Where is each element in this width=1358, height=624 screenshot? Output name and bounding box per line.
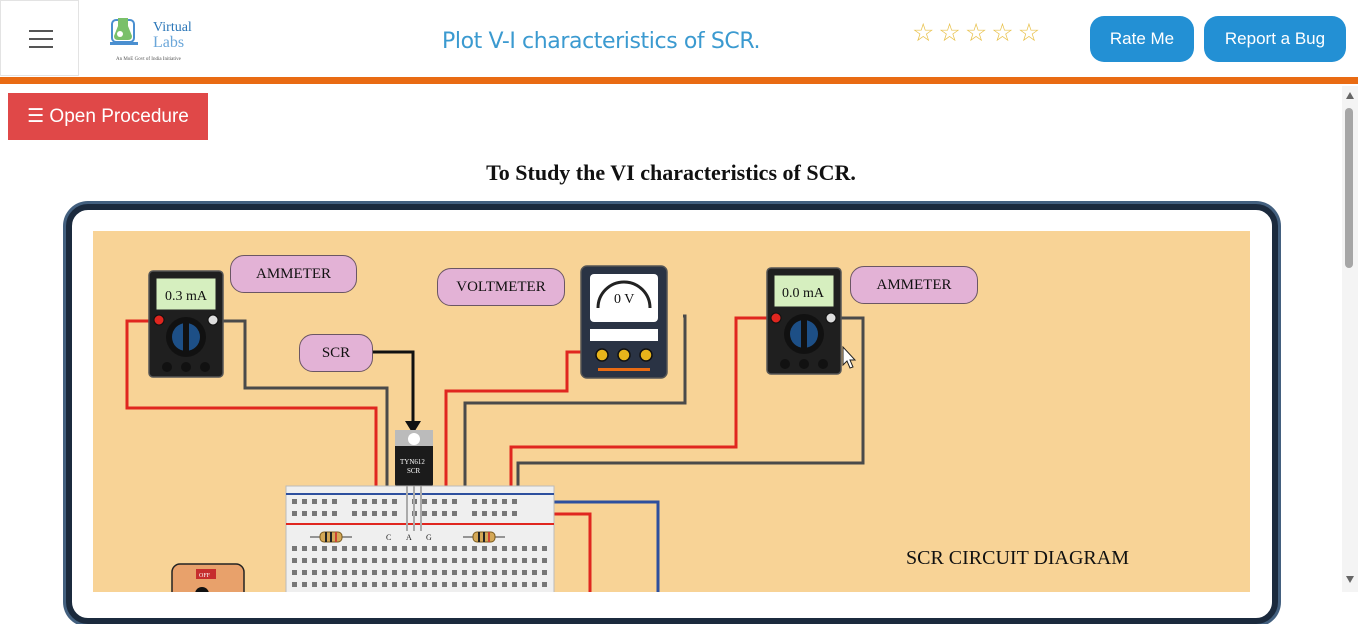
virtual-labs-logo[interactable]: Virtual Labs An MoE Govt of India Initia… [108,10,208,66]
scroll-down-icon[interactable] [1346,576,1354,583]
switch-state-label: OFF [199,573,211,579]
menu-button[interactable] [0,0,79,76]
star-outline-icon[interactable]: ☆ [1018,20,1040,46]
logo-virtual-text: Virtual [153,20,192,35]
label-ammeter-right: AMMETER [850,266,978,304]
page-scrollbar[interactable] [1342,86,1358,592]
left-ammeter: 0.3 mA [148,270,224,378]
power-switch: OFF [171,563,245,592]
mouse-pointer-icon [842,345,857,369]
label-ammeter-left: AMMETER [230,255,357,293]
hamburger-icon-line [29,38,53,40]
voltmeter-reading: 0 V [614,292,634,307]
page-title: Plot V-I characteristics of SCR. [442,29,761,54]
star-outline-icon[interactable]: ☆ [965,20,987,46]
star-outline-icon[interactable]: ☆ [912,20,934,46]
rating-stars[interactable]: ☆ ☆ ☆ ☆ ☆ [912,20,1040,46]
report-bug-button[interactable]: Report a Bug [1204,16,1346,62]
star-outline-icon[interactable]: ☆ [938,20,960,46]
right-ammeter-reading: 0.0 mA [782,286,825,301]
hamburger-icon-line [29,46,53,48]
label-scr: SCR [299,334,373,372]
pin-label-a: A [406,533,412,542]
scr-device: TYN612 SCR [395,430,433,486]
rate-me-button[interactable]: Rate Me [1090,16,1194,62]
scrollbar-thumb[interactable] [1345,108,1353,268]
voltmeter: 0 V [580,265,668,379]
label-voltmeter: VOLTMETER [437,268,565,306]
logo-labs-text: Labs [153,34,184,51]
circuit-diagram-caption: SCR CIRCUIT DIAGRAM [906,547,1129,569]
logo-tagline: An MoE Govt of India Initiative [116,57,182,62]
open-procedure-button[interactable]: ☰ Open Procedure [8,93,208,140]
top-navbar: Virtual Labs An MoE Govt of India Initia… [0,0,1358,77]
hamburger-icon [29,30,53,32]
pin-label-c: C [386,533,391,542]
simulation-title: To Study the VI characteristics of SCR. [486,160,856,185]
star-outline-icon[interactable]: ☆ [991,20,1013,46]
scr-part-number: TYN612 [400,458,425,466]
pin-label-g: G [426,533,432,542]
header-accent-strip [0,77,1358,84]
simulation-canvas: 0.3 mA 0.0 mA 0 V TYN612 SCR C A G OFF A… [93,231,1250,592]
left-ammeter-reading: 0.3 mA [165,289,208,304]
right-ammeter: 0.0 mA [766,267,842,375]
scroll-up-icon[interactable] [1346,92,1354,99]
scr-part-type: SCR [407,467,421,475]
